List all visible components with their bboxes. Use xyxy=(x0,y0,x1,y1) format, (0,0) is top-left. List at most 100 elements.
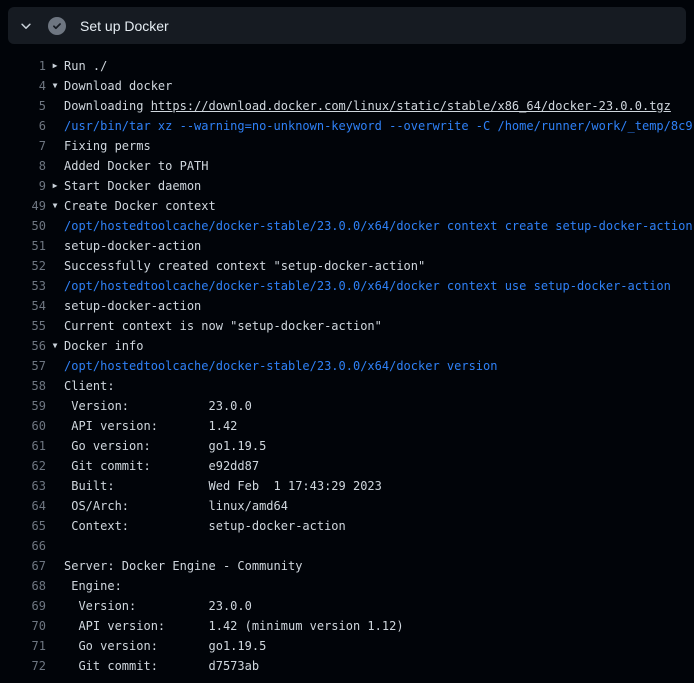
log-row: 8Added Docker to PATH xyxy=(0,156,694,176)
line-number[interactable]: 56 xyxy=(0,339,46,353)
log-row: 63 Built: Wed Feb 1 17:43:29 2023 xyxy=(0,476,694,496)
group-collapsed-icon[interactable]: ▶ xyxy=(46,56,64,76)
log-row: 66 xyxy=(0,536,694,556)
log-text: Go version: go1.19.5 xyxy=(64,639,266,653)
log-text: /opt/hostedtoolcache/docker-stable/23.0.… xyxy=(64,359,497,373)
log-row: 57/opt/hostedtoolcache/docker-stable/23.… xyxy=(0,356,694,376)
line-number[interactable]: 51 xyxy=(0,239,46,253)
log-link[interactable]: https://download.docker.com/linux/static… xyxy=(151,99,671,113)
line-number[interactable]: 1 xyxy=(0,59,46,73)
line-number[interactable]: 4 xyxy=(0,79,46,93)
log-text: Context: setup-docker-action xyxy=(64,519,346,533)
line-number[interactable]: 67 xyxy=(0,559,46,573)
log-row: 59 Version: 23.0.0 xyxy=(0,396,694,416)
log-row: 70 API version: 1.42 (minimum version 1.… xyxy=(0,616,694,636)
line-number[interactable]: 55 xyxy=(0,319,46,333)
log-row: 64 OS/Arch: linux/amd64 xyxy=(0,496,694,516)
log-row: 53/opt/hostedtoolcache/docker-stable/23.… xyxy=(0,276,694,296)
group-title: Create Docker context xyxy=(64,199,216,213)
line-number[interactable]: 71 xyxy=(0,639,46,653)
log-row: 6/usr/bin/tar xz --warning=no-unknown-ke… xyxy=(0,116,694,136)
chevron-down-icon[interactable] xyxy=(8,19,44,33)
log-text: setup-docker-action xyxy=(64,239,201,253)
log-row: 71 Go version: go1.19.5 xyxy=(0,636,694,656)
log-row: 55 Current context is now "setup-docker-a… xyxy=(0,316,694,336)
log-row: 51 setup-docker-action xyxy=(0,236,694,256)
log-text: Engine: xyxy=(64,579,122,593)
log-row: 68 Engine: xyxy=(0,576,694,596)
group-title: Run ./ xyxy=(64,59,107,73)
log-row: 4▼Download docker xyxy=(0,76,694,96)
log-text: Built: Wed Feb 1 17:43:29 2023 xyxy=(64,479,382,493)
log-row: 60 API version: 1.42 xyxy=(0,416,694,436)
line-number[interactable]: 70 xyxy=(0,619,46,633)
log-row: 1▶Run ./ xyxy=(0,56,694,76)
log-row: 67 Server: Docker Engine - Community xyxy=(0,556,694,576)
log-text: /opt/hostedtoolcache/docker-stable/23.0.… xyxy=(64,279,671,293)
log-row: 5Downloading https://download.docker.com… xyxy=(0,96,694,116)
log-row: 49▼Create Docker context xyxy=(0,196,694,216)
group-title: Start Docker daemon xyxy=(64,179,201,193)
step-title: Set up Docker xyxy=(80,18,169,34)
log-row: 7 Fixing perms xyxy=(0,136,694,156)
log-row: 72 Git commit: d7573ab xyxy=(0,656,694,676)
log-text: Version: 23.0.0 xyxy=(64,399,252,413)
log-text: Git commit: e92dd87 xyxy=(64,459,259,473)
log-row: 69 Version: 23.0.0 xyxy=(0,596,694,616)
line-number[interactable]: 66 xyxy=(0,539,46,553)
step-header[interactable]: Set up Docker xyxy=(8,7,686,44)
line-number[interactable]: 58 xyxy=(0,379,46,393)
line-number[interactable]: 52 xyxy=(0,259,46,273)
group-expanded-icon[interactable]: ▼ xyxy=(46,196,64,216)
line-number[interactable]: 62 xyxy=(0,459,46,473)
group-expanded-icon[interactable]: ▼ xyxy=(46,336,64,356)
group-collapsed-icon[interactable]: ▶ xyxy=(46,176,64,196)
group-title: Docker info xyxy=(64,339,143,353)
line-number[interactable]: 60 xyxy=(0,419,46,433)
log-lines: 1▶Run ./4▼Download docker5Downloading ht… xyxy=(0,56,694,676)
log-text: Current context is now "setup-docker-act… xyxy=(64,319,382,333)
log-text: Client: xyxy=(64,379,115,393)
log-text: setup-docker-action xyxy=(64,299,201,313)
log-row: 65 Context: setup-docker-action xyxy=(0,516,694,536)
log-text: /usr/bin/tar xz --warning=no-unknown-key… xyxy=(64,119,694,133)
log-row: 62 Git commit: e92dd87 xyxy=(0,456,694,476)
log-text: API version: 1.42 xyxy=(64,419,237,433)
log-container: 1▶Run ./4▼Download docker5Downloading ht… xyxy=(0,45,694,683)
log-text: API version: 1.42 (minimum version 1.12) xyxy=(64,619,404,633)
line-number[interactable]: 69 xyxy=(0,599,46,613)
line-number[interactable]: 8 xyxy=(0,159,46,173)
line-number[interactable]: 49 xyxy=(0,199,46,213)
line-number[interactable]: 64 xyxy=(0,499,46,513)
log-text: Successfully created context "setup-dock… xyxy=(64,259,425,273)
group-title: Download docker xyxy=(64,79,172,93)
line-number[interactable]: 6 xyxy=(0,119,46,133)
line-number[interactable]: 72 xyxy=(0,659,46,673)
log-row: 54 setup-docker-action xyxy=(0,296,694,316)
line-number[interactable]: 53 xyxy=(0,279,46,293)
line-number[interactable]: 61 xyxy=(0,439,46,453)
line-number[interactable]: 5 xyxy=(0,99,46,113)
line-number[interactable]: 57 xyxy=(0,359,46,373)
line-number[interactable]: 9 xyxy=(0,179,46,193)
group-expanded-icon[interactable]: ▼ xyxy=(46,76,64,96)
log-row: 52 Successfully created context "setup-do… xyxy=(0,256,694,276)
line-number[interactable]: 68 xyxy=(0,579,46,593)
log-text: Server: Docker Engine - Community xyxy=(64,559,302,573)
line-number[interactable]: 59 xyxy=(0,399,46,413)
line-number[interactable]: 50 xyxy=(0,219,46,233)
log-row: 9▶Start Docker daemon xyxy=(0,176,694,196)
log-text: Version: 23.0.0 xyxy=(64,599,252,613)
log-row: 56▼Docker info xyxy=(0,336,694,356)
line-number[interactable]: 65 xyxy=(0,519,46,533)
log-text: Go version: go1.19.5 xyxy=(64,439,266,453)
line-number[interactable]: 54 xyxy=(0,299,46,313)
line-number[interactable]: 7 xyxy=(0,139,46,153)
log-text: OS/Arch: linux/amd64 xyxy=(64,499,288,513)
log-row: 50/opt/hostedtoolcache/docker-stable/23.… xyxy=(0,216,694,236)
check-circle-icon xyxy=(44,17,70,35)
log-row: 58 Client: xyxy=(0,376,694,396)
log-text: Fixing perms xyxy=(64,139,151,153)
log-row: 61 Go version: go1.19.5 xyxy=(0,436,694,456)
line-number[interactable]: 63 xyxy=(0,479,46,493)
